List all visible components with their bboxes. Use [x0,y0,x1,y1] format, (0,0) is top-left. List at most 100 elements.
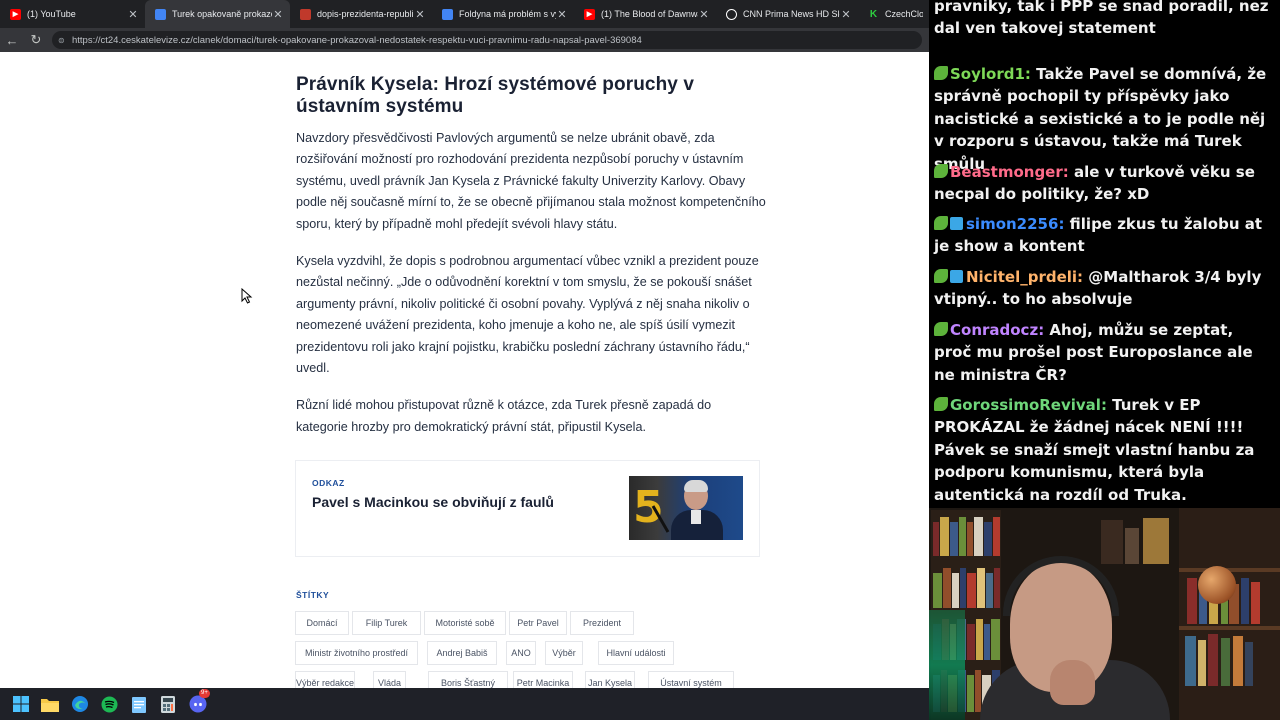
chat-message: Conradocz: Ahoj, můžu se zeptat, proč mu… [934,319,1274,386]
windows-start-icon[interactable] [11,694,31,714]
file-explorer-icon[interactable] [40,694,60,714]
book [943,568,951,608]
tag-chip[interactable]: Motoristé sobě [424,611,506,635]
book [967,522,973,556]
book [967,573,976,608]
tab-favicon-icon [442,8,453,20]
article-section: Právník Kysela: Hrozí systémové poruchy … [296,74,766,438]
tab-favicon-icon [300,8,311,20]
section-heading: Právník Kysela: Hrozí systémové poruchy … [296,74,694,117]
spotify-icon[interactable] [99,694,119,714]
browser-tab[interactable]: Foldyna má problém s vyslov✕ [432,0,574,28]
tag-chip[interactable]: Petr Pavel [509,611,567,635]
browser-tab[interactable]: dopis-prezidenta-republiky-p✕ [290,0,432,28]
discord-icon[interactable]: 9+ [188,689,210,714]
tag-chip[interactable]: Ministr životního prostředí [295,641,418,665]
tab-close-icon[interactable]: ✕ [127,8,139,21]
book [984,624,990,660]
chat-username[interactable]: Conradocz [950,321,1038,339]
tab-close-icon[interactable]: ✕ [840,8,852,21]
tag-chip[interactable]: Vláda [373,671,406,688]
chat-username[interactable]: Nicitel_prdeli [966,268,1077,286]
browser-tab[interactable]: CNN Prima News HD Sledujte✕ [716,0,858,28]
thumbnail-shirt [691,510,701,524]
tag-chip[interactable]: Domácí [295,611,349,635]
tab-close-icon[interactable]: ✕ [698,8,710,21]
tab-title: dopis-prezidenta-republiky-p [317,9,414,19]
chat-separator: : [1024,65,1037,83]
chat-message: Beastmonger: ale v turkově věku se necpa… [934,161,1274,206]
book [991,619,1000,660]
browser-tab[interactable]: K CzechCloud Ste [858,0,929,28]
mouse-cursor-icon [241,288,253,304]
stream-chat-panel: pravniky, tak i PPP se snad poradil, nez… [929,0,1280,508]
book [959,517,966,556]
tag-chip[interactable]: Andrej Babiš [427,641,497,665]
chat-username[interactable]: Soylord1 [950,65,1025,83]
address-bar: ← ↻ ⊜ https://ct24.ceskatelevize.cz/clan… [0,28,929,52]
tag-chip[interactable]: Prezident [570,611,634,635]
tag-chip[interactable]: Hlavní události [598,641,674,665]
thumbnail-hair [684,480,708,492]
thumbnail-graphic: 5 [633,482,664,533]
book [967,624,975,660]
tab-bar: ▶(1) YouTube✕Turek opakovaně prokazoval✕… [0,0,929,28]
chat-badge-icon [934,164,948,178]
reload-button[interactable]: ↻ [24,28,48,52]
calculator-icon[interactable] [158,694,178,714]
book [933,522,939,556]
tab-favicon-icon: ▶ [10,8,21,20]
edge-icon[interactable] [70,694,90,714]
tab-close-icon[interactable]: ✕ [272,8,284,21]
book [977,568,985,608]
tag-chip[interactable]: Jan Kysela [585,671,635,688]
notepad-icon[interactable] [129,694,149,714]
tag-chip[interactable]: Ústavní systém [648,671,734,688]
book [960,568,966,608]
ambient-light [929,610,965,720]
book [976,619,983,660]
chat-message: GorossimoRevival: Turek v EP PROKÁZAL že… [934,394,1274,506]
book [950,522,958,556]
paragraph: Navzdory přesvědčivosti Pavlových argume… [296,131,766,231]
url-field[interactable]: ⊜ https://ct24.ceskatelevize.cz/clanek/d… [52,31,922,49]
browser-window: ▶(1) YouTube✕Turek opakovaně prokazoval✕… [0,0,929,688]
paragraph: Kysela vyzdvihl, že dopis s podrobnou ar… [296,254,759,376]
book [984,522,992,556]
back-button[interactable]: ← [0,28,24,52]
tab-title: (1) The Blood of Dawnwalker [601,9,698,19]
chat-message: Nicitel_prdeli: @Maltharok 3/4 byly vtip… [934,266,1274,311]
tag-chip[interactable]: Výběr redakce [295,671,355,688]
book [967,675,974,712]
book [952,573,959,608]
tag-chip[interactable]: Výběr [545,641,583,665]
tags-title: ŠTÍTKY [296,590,330,600]
book [994,568,1000,608]
related-thumbnail[interactable]: 5 [629,476,743,540]
subscriber-badge-icon [950,217,963,230]
browser-tab[interactable]: Turek opakovaně prokazoval✕ [145,0,290,28]
browser-tab[interactable]: ▶ (1) YouTube ✕ [0,0,145,28]
url-text: https://ct24.ceskatelevize.cz/clanek/dom… [72,34,642,46]
tab-title: Turek opakovaně prokazoval [172,9,272,19]
tab-title: Foldyna má problém s vyslov [459,9,556,19]
browser-tab[interactable]: ▶ (1) The Blood of Dawnwalker✕ [574,0,716,28]
tab-close-icon[interactable]: ✕ [414,8,426,21]
chat-separator: : [1100,396,1113,414]
tab-close-icon[interactable]: ✕ [556,8,568,21]
tag-chip[interactable]: Petr Macinka [513,671,573,688]
tab-favicon-icon: K [869,8,878,20]
tag-chip[interactable]: ANO [506,641,536,665]
related-headline[interactable]: Pavel s Macinkou se obviňují z faulů [312,494,554,510]
book [986,573,993,608]
chat-badge-icon [934,322,948,336]
chat-username[interactable]: simon2256 [966,215,1058,233]
chat-username[interactable]: GorossimoRevival [950,396,1101,414]
related-kicker: ODKAZ [312,478,345,488]
tag-chip[interactable]: Boris Šťastný [428,671,508,688]
chat-username[interactable]: Beastmonger [950,163,1063,181]
tag-chip[interactable]: Filip Turek [352,611,421,635]
site-info-icon[interactable]: ⊜ [58,36,68,45]
related-article-card[interactable]: ODKAZ Pavel s Macinkou se obviňují z fau… [295,460,760,557]
chat-badge-icon [934,397,948,411]
